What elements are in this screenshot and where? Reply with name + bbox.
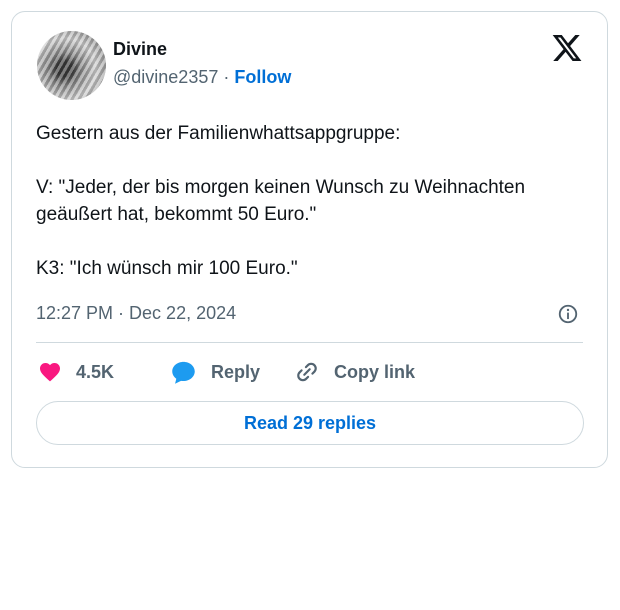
x-logo-icon[interactable] bbox=[551, 32, 583, 64]
avatar[interactable] bbox=[37, 31, 106, 100]
reply-button[interactable]: Reply bbox=[170, 357, 260, 387]
avatar-image bbox=[37, 31, 106, 100]
copy-link-label: Copy link bbox=[334, 361, 416, 382]
tweet-card: Divine @divine2357 · Follow Gestern aus … bbox=[11, 11, 608, 468]
author-handle[interactable]: @divine2357 bbox=[113, 67, 218, 87]
author-name[interactable]: Divine bbox=[113, 39, 167, 60]
read-replies-button[interactable]: Read 29 replies bbox=[36, 401, 584, 445]
tweet-line-3: K3: "Ich wünsch mir 100 Euro." bbox=[36, 258, 298, 279]
like-button[interactable]: 4.5K bbox=[38, 357, 114, 387]
author-handle-row: @divine2357 · Follow bbox=[113, 67, 291, 88]
tweet-timestamp[interactable]: 12:27 PM · Dec 22, 2024 bbox=[36, 303, 236, 324]
follow-button[interactable]: Follow bbox=[234, 67, 291, 87]
divider bbox=[36, 342, 583, 343]
reply-label: Reply bbox=[211, 361, 261, 382]
heart-icon bbox=[40, 363, 60, 382]
link-icon bbox=[297, 362, 317, 382]
tweet-line-1: Gestern aus der Familienwhattsappgruppe: bbox=[36, 123, 401, 144]
like-count: 4.5K bbox=[76, 361, 115, 382]
copy-link-button[interactable]: Copy link bbox=[294, 357, 415, 387]
info-icon[interactable] bbox=[557, 303, 579, 325]
handle-separator: · bbox=[223, 67, 230, 87]
tweet-line-2: V: "Jeder, der bis morgen keinen Wunsch … bbox=[36, 177, 526, 225]
read-replies-label: Read 29 replies bbox=[243, 412, 377, 433]
speech-bubble-icon bbox=[172, 361, 195, 384]
tweet-text: Gestern aus der Familienwhattsappgruppe:… bbox=[36, 120, 586, 282]
